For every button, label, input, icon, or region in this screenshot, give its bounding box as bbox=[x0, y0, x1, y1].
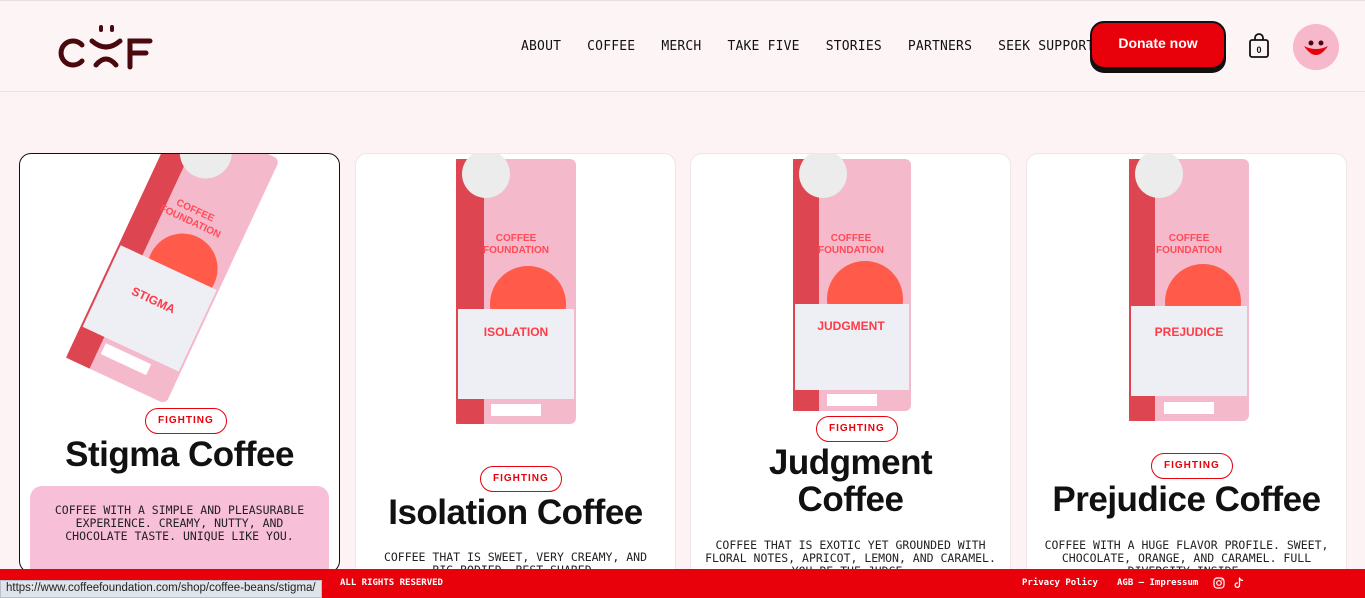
product-title: Isolation Coffee bbox=[388, 493, 643, 532]
nav-seek-support[interactable]: SEEK SUPPORT bbox=[998, 39, 1094, 54]
main-nav: ABOUT COFFEE MERCH TAKE FIVE STORIES PAR… bbox=[508, 39, 1107, 54]
donate-button[interactable]: Donate now bbox=[1090, 21, 1226, 69]
coffee-bag-image: COFFEE FOUNDATION PREJUDICE bbox=[1129, 154, 1249, 421]
product-card-stigma[interactable]: COFFEE FOUNDATION STIGMA FIGHTING Stigma… bbox=[19, 153, 340, 573]
bag-brand-line1: COFFEE bbox=[831, 233, 872, 244]
nav-merch[interactable]: MERCH bbox=[661, 39, 701, 54]
product-card-judgment[interactable]: COFFEE FOUNDATION JUDGMENT FIGHTING Judg… bbox=[690, 153, 1011, 593]
product-card-prejudice[interactable]: COFFEE FOUNDATION PREJUDICE FIGHTING Pre… bbox=[1026, 153, 1347, 593]
coffee-foundation-logo[interactable] bbox=[56, 21, 156, 73]
bag-brand-line2: FOUNDATION bbox=[483, 245, 549, 256]
shopping-bag-icon[interactable]: 0 bbox=[1247, 33, 1271, 59]
instagram-icon[interactable] bbox=[1213, 577, 1225, 589]
tiktok-icon[interactable] bbox=[1233, 577, 1245, 589]
coffee-bag-image: COFFEE FOUNDATION JUDGMENT bbox=[793, 154, 911, 411]
bag-brand-line2: FOUNDATION bbox=[1156, 245, 1222, 256]
smiley-avatar-icon[interactable] bbox=[1293, 24, 1339, 70]
coffee-bag-image: COFFEE FOUNDATION ISOLATION bbox=[456, 154, 576, 424]
privacy-policy-link[interactable]: Privacy Policy bbox=[1022, 578, 1098, 588]
product-description: COFFEE WITH A SIMPLE AND PLEASURABLE EXP… bbox=[54, 503, 305, 543]
bag-brand-line2: FOUNDATION bbox=[818, 245, 884, 256]
cart-count: 0 bbox=[1256, 45, 1261, 55]
site-header: ABOUT COFFEE MERCH TAKE FIVE STORIES PAR… bbox=[0, 0, 1365, 92]
product-title-line1: Judgment bbox=[768, 443, 933, 482]
fighting-tag: FIGHTING bbox=[145, 408, 227, 434]
browser-status-url: https://www.coffeefoundation.com/shop/co… bbox=[0, 580, 322, 598]
rights-text: ALL RIGHTS RESERVED bbox=[340, 578, 443, 588]
description-box: COFFEE WITH A SIMPLE AND PLEASURABLE EXP… bbox=[30, 486, 329, 572]
bag-label: ISOLATION bbox=[484, 325, 548, 339]
bag-label: JUDGMENT bbox=[817, 319, 885, 333]
nav-take-five[interactable]: TAKE FIVE bbox=[727, 39, 799, 54]
product-title-line2: Coffee bbox=[797, 480, 904, 519]
fighting-tag: FIGHTING bbox=[480, 466, 562, 492]
bag-label: PREJUDICE bbox=[1155, 325, 1224, 339]
fighting-tag: FIGHTING bbox=[1151, 453, 1233, 479]
product-title: Stigma Coffee bbox=[65, 435, 294, 474]
fighting-tag: FIGHTING bbox=[816, 416, 898, 442]
bag-brand-line1: COFFEE bbox=[496, 233, 537, 244]
coffee-bag-image: COFFEE FOUNDATION STIGMA bbox=[65, 154, 278, 403]
nav-coffee[interactable]: COFFEE bbox=[587, 39, 635, 54]
agb-impressum-link[interactable]: AGB – Impressum bbox=[1117, 578, 1198, 588]
bag-brand-line1: COFFEE bbox=[1169, 233, 1210, 244]
product-title: Prejudice Coffee bbox=[1052, 480, 1321, 519]
nav-about[interactable]: ABOUT bbox=[521, 39, 561, 54]
nav-partners[interactable]: PARTNERS bbox=[908, 39, 972, 54]
nav-stories[interactable]: STORIES bbox=[826, 39, 882, 54]
product-card-isolation[interactable]: COFFEE FOUNDATION ISOLATION FIGHTING Iso… bbox=[355, 153, 676, 593]
